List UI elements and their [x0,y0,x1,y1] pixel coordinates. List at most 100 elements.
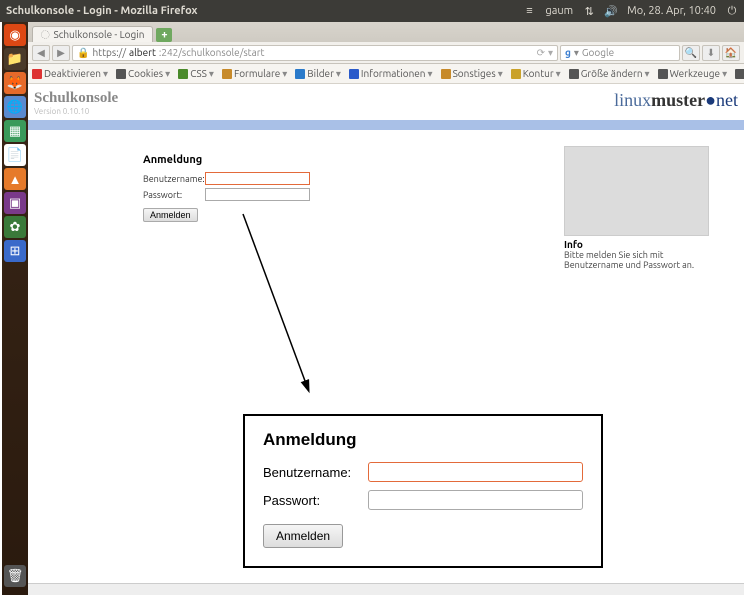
trash-icon[interactable]: 🗑 [4,565,26,587]
devbar-item[interactable]: Kontur▾ [507,68,565,80]
zoom-password-label: Passwort: [263,493,368,508]
app-title: Schulkonsole [34,90,118,107]
username-input[interactable] [205,172,310,185]
chevron-down-icon: ▾ [645,68,650,80]
app-version: Version 0.10.10 [34,107,118,116]
devbar-item[interactable]: Größe ändern▾ [565,68,654,80]
windows-icon[interactable]: ⊞ [4,240,26,262]
chevron-down-icon: ▾ [556,68,561,80]
devbar-item-label: Deaktivieren [44,68,101,79]
zoom-inset: Anmeldung Benutzername: Passwort: Anmeld… [243,414,603,568]
reload-icon[interactable]: ⟳ [537,47,545,59]
panel-datetime[interactable]: Mo, 28. Apr, 10:40 [627,5,716,17]
devbar-item[interactable]: Formulare▾ [218,68,291,80]
devbar-item-icon [222,69,232,79]
devbar-item[interactable]: CSS▾ [174,68,218,80]
username-label: Benutzername: [143,174,205,184]
browser-tab[interactable]: ◌ Schulkonsole - Login [32,26,153,42]
new-tab-button[interactable]: + [156,28,172,42]
tab-bar: ◌ Schulkonsole - Login + [28,22,744,42]
back-button[interactable]: ◀ [32,45,50,61]
google-icon: g [565,47,571,58]
writer-icon[interactable]: 📄 [4,144,26,166]
devbar-item-icon [32,69,42,79]
zoom-login-button[interactable]: Anmelden [263,524,343,548]
info-title: Info [564,239,709,250]
url-bar[interactable]: 🔒 https:// albert :242/schulkonsole/star… [72,45,558,61]
sound-icon[interactable]: 🔊 [605,5,617,17]
devbar-item-label: Kontur [523,68,554,79]
vlc-icon[interactable]: ▲ [4,168,26,190]
url-path: :242/schulkonsole/start [159,47,265,58]
devbar-item-label: Größe ändern [581,68,643,79]
info-panel: Info Bitte melden Sie sich mit Benutzern… [564,146,709,270]
indicator-menu-icon[interactable]: ≡ [523,5,535,17]
devbar-item-icon [295,69,305,79]
tab-title: Schulkonsole - Login [53,29,144,40]
brand-logo: linuxmuster●net [614,90,738,111]
password-label: Passwort: [143,190,205,200]
network-icon[interactable]: ⇅ [583,5,595,17]
devbar-item-icon [349,69,359,79]
home-button[interactable]: 🏠 [722,45,740,61]
devbar-item-label: CSS [190,68,207,79]
accent-bar [28,120,744,130]
devbar-item[interactable]: Sonstiges▾ [437,68,507,80]
devbar-item-label: Informationen [361,68,426,79]
devbar-item[interactable]: Cookies▾ [112,68,174,80]
calc-icon[interactable]: ▦ [4,120,26,142]
shutdown-icon[interactable]: ⏻ [726,5,738,17]
login-button[interactable]: Anmelden [143,208,198,222]
info-image-placeholder [564,146,709,236]
devbar-item-icon [441,69,451,79]
developer-toolbar: Deaktivieren▾Cookies▾CSS▾Formulare▾Bilde… [28,64,744,84]
dropdown-icon[interactable]: ▾ [548,47,553,59]
devbar-item-icon [658,69,668,79]
panel-username[interactable]: gaum [545,5,573,17]
search-dropdown-icon[interactable]: ▾ [574,47,579,59]
forward-button[interactable]: ▶ [52,45,70,61]
info-text: Bitte melden Sie sich mit Benutzername u… [564,250,709,270]
window-title: Schulkonsole - Login - Mozilla Firefox [6,5,523,17]
devbar-item[interactable]: Bilder▾ [291,68,345,80]
devbar-item-icon [569,69,579,79]
devbar-item[interactable]: Werkzeuge▾ [654,68,732,80]
app-icon[interactable]: ✿ [4,216,26,238]
url-host: albert [129,47,156,58]
password-input[interactable] [205,188,310,201]
search-placeholder: Google [582,47,614,58]
devbar-item-label: Formulare [234,68,280,79]
browser-window: ◌ Schulkonsole - Login + ◀ ▶ 🔒 https:// … [28,22,744,594]
devbar-item-icon [511,69,521,79]
files-icon[interactable]: 📁 [4,48,26,70]
devbar-item-label: Werkzeuge [670,68,721,79]
chevron-down-icon: ▾ [498,68,503,80]
zoom-heading: Anmeldung [263,430,583,450]
system-top-panel: Schulkonsole - Login - Mozilla Firefox ≡… [0,0,744,22]
zoom-password-input[interactable] [368,490,583,510]
zoom-username-label: Benutzername: [263,465,368,480]
devbar-item-icon [178,69,188,79]
devbar-item-label: Cookies [128,68,163,79]
chevron-down-icon: ▾ [336,68,341,80]
devbar-item[interactable]: Informationen▾ [345,68,437,80]
annotation-arrow-icon [238,209,328,409]
firefox-icon[interactable]: 🦊 [4,72,26,94]
devbar-item-icon [116,69,126,79]
download-button[interactable]: ⬇ [702,45,720,61]
zoom-username-input[interactable] [368,462,583,482]
page-content: Schulkonsole Version 0.10.10 linuxmuster… [28,84,744,594]
devbar-item[interactable]: Quelltext anzeig▾ [731,68,744,80]
horizontal-scrollbar[interactable] [28,583,744,595]
chevron-down-icon: ▾ [428,68,433,80]
search-button[interactable]: 🔍 [682,45,700,61]
chevron-down-icon: ▾ [165,68,170,80]
terminal-icon[interactable]: ▣ [4,192,26,214]
search-box[interactable]: g ▾ Google [560,45,680,61]
chromium-icon[interactable]: 🌐 [4,96,26,118]
chevron-down-icon: ▾ [722,68,727,80]
devbar-item[interactable]: Deaktivieren▾ [28,68,112,80]
dash-icon[interactable]: ◉ [4,24,26,46]
chevron-down-icon: ▾ [209,68,214,80]
tab-favicon-icon: ◌ [41,29,49,40]
